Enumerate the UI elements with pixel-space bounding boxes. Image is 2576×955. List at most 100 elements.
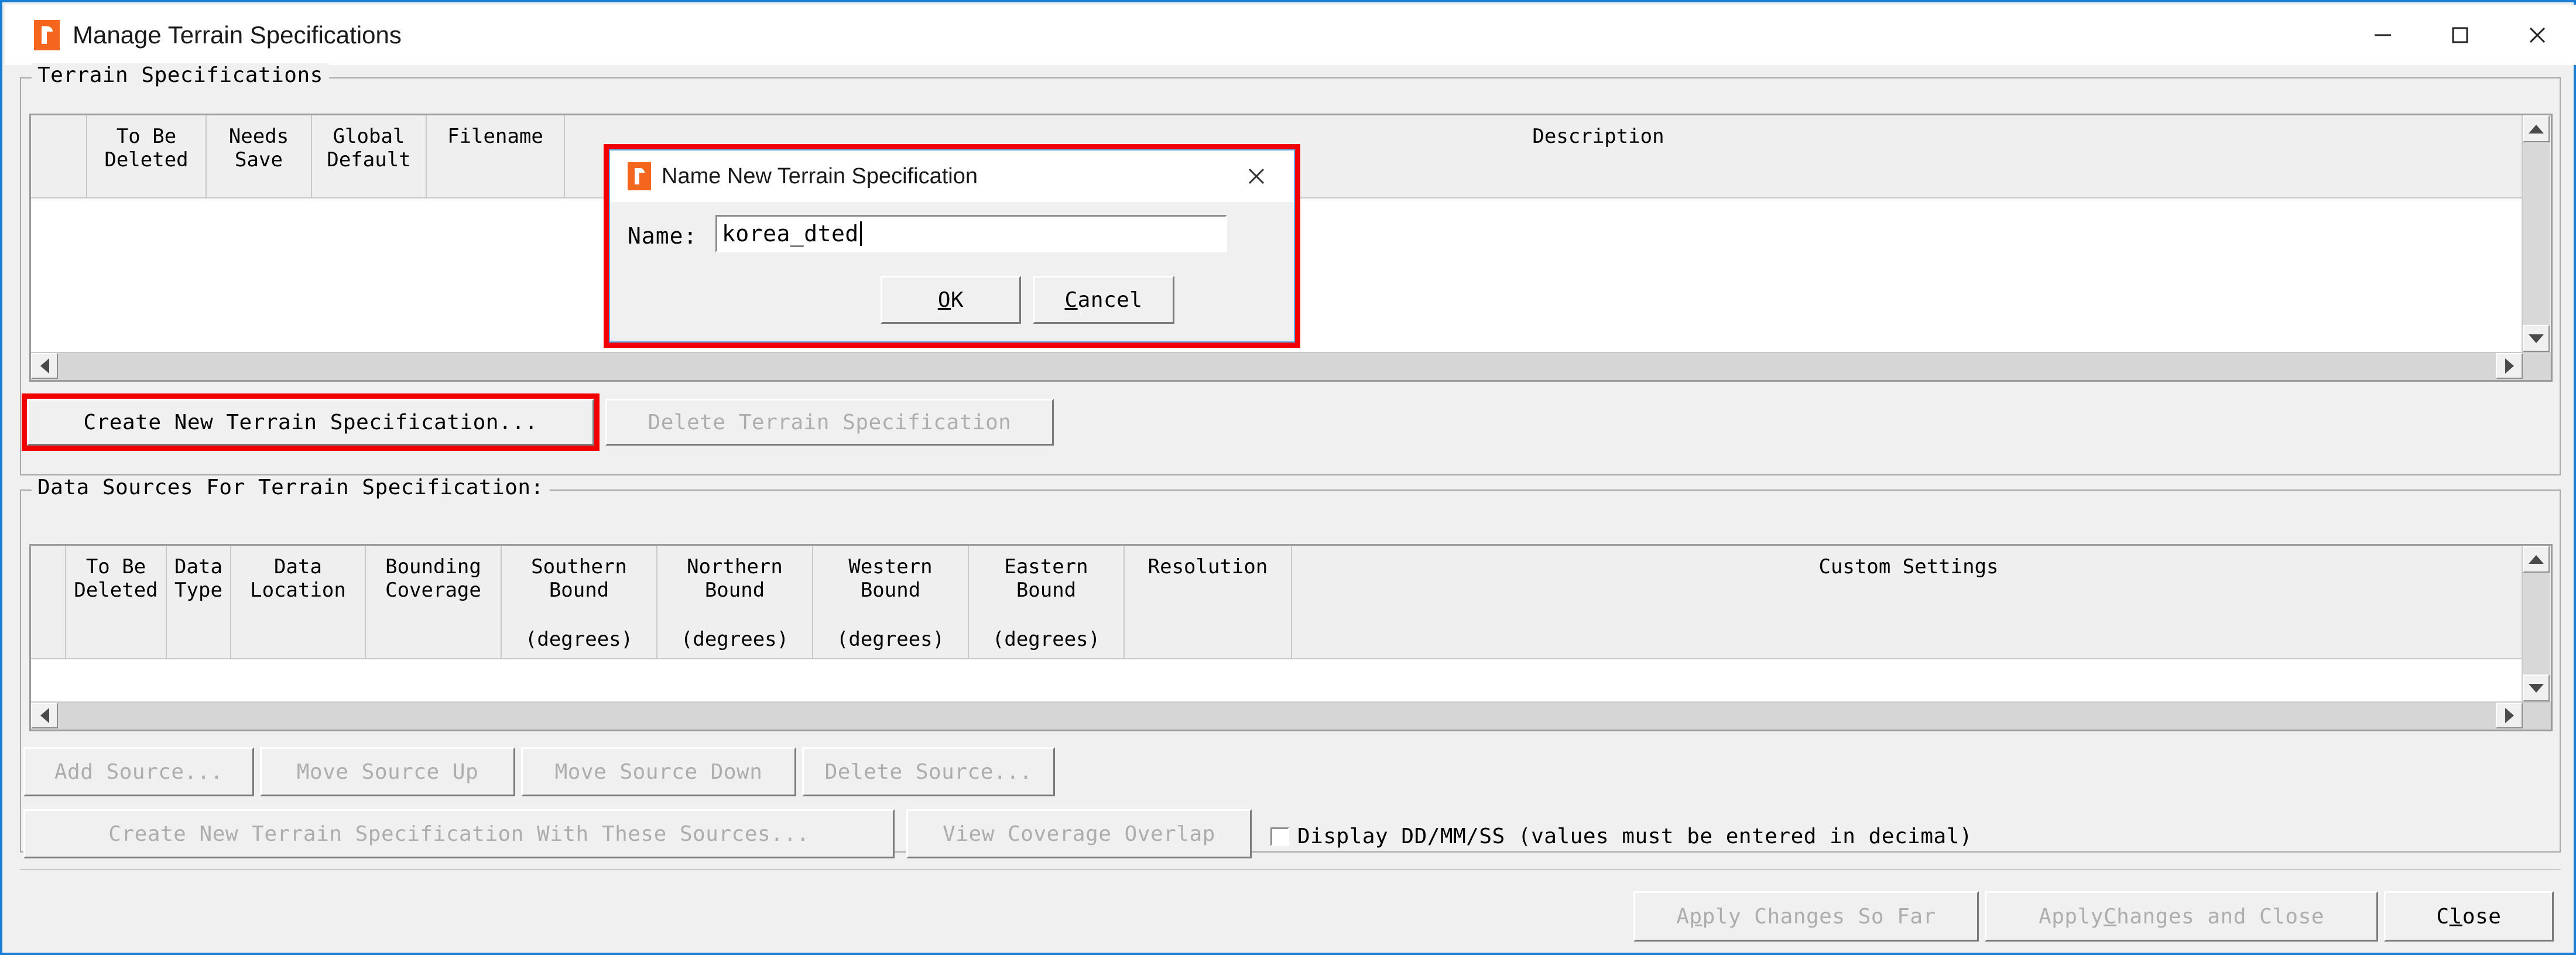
column-header-global-default[interactable]: Global Default xyxy=(312,115,427,197)
add-source-button[interactable]: Add Source... xyxy=(23,747,254,796)
text-caret xyxy=(859,221,862,246)
btn-label-pre: Apply xyxy=(2039,904,2104,929)
col-label-line2: Bound xyxy=(860,579,921,603)
col-label-line2: Location xyxy=(250,579,346,603)
btn-accel-key: O xyxy=(937,287,951,312)
scroll-left-button[interactable] xyxy=(31,703,58,728)
col-label-line1: To Be xyxy=(116,125,177,148)
app-r-icon xyxy=(628,162,651,190)
column-header-western-bound[interactable]: Western Bound (degrees) xyxy=(813,546,969,658)
col-label-line3: (degrees) xyxy=(525,627,633,651)
col-label-line3: (degrees) xyxy=(680,627,789,651)
terrain-group-title: Terrain Specifications xyxy=(32,63,329,87)
col-label-line2: Type xyxy=(174,579,222,603)
delete-terrain-specification-button[interactable]: Delete Terrain Specification xyxy=(605,399,1054,446)
delete-source-button[interactable]: Delete Source... xyxy=(802,747,1055,796)
dialog-close-button[interactable] xyxy=(1245,165,1268,188)
chevron-up-icon xyxy=(2529,124,2544,134)
dialog-title: Name New Terrain Specification xyxy=(662,163,978,189)
col-label-line1: Needs xyxy=(228,125,289,148)
title-bar: Manage Terrain Specifications xyxy=(5,5,2576,65)
column-header-to-be-deleted[interactable]: To Be Deleted xyxy=(66,546,167,658)
col-label-line2: Bound xyxy=(549,579,609,603)
window-controls xyxy=(2344,5,2576,65)
scroll-up-button[interactable] xyxy=(2523,115,2550,142)
data-sources-vscroll-thumb[interactable] xyxy=(2523,573,2550,675)
dialog-title-bar: Name New Terrain Specification xyxy=(610,150,1294,202)
chevron-up-icon xyxy=(2529,554,2544,564)
btn-accel-key: l xyxy=(2449,904,2462,929)
create-new-terrain-spec-with-sources-button[interactable]: Create New Terrain Specification With Th… xyxy=(23,809,895,858)
scroll-right-button[interactable] xyxy=(2496,703,2523,728)
apply-changes-so-far-button[interactable]: Ap ply Changes So Far xyxy=(1633,891,1979,942)
col-label-line2: Coverage xyxy=(385,579,481,603)
scroll-right-button[interactable] xyxy=(2496,353,2523,379)
column-header-data-location[interactable]: Data Location xyxy=(231,546,366,658)
chevron-right-icon xyxy=(2505,358,2514,374)
column-header-eastern-bound[interactable]: Eastern Bound (degrees) xyxy=(969,546,1125,658)
display-ddmmss-checkbox-row[interactable]: Display DD/MM/SS (values must be entered… xyxy=(1270,824,1972,848)
close-button[interactable] xyxy=(2499,5,2576,65)
btn-label-post: ancel xyxy=(1077,287,1143,312)
move-source-down-button[interactable]: Move Source Down xyxy=(521,747,796,796)
dialog-cancel-button[interactable]: Cancel xyxy=(1033,276,1174,324)
close-button-footer[interactable]: Cl ose xyxy=(2384,891,2554,942)
view-coverage-overlap-button[interactable]: View Coverage Overlap xyxy=(906,809,1252,858)
terrain-table-vscrollbar[interactable] xyxy=(2522,115,2551,352)
scroll-down-button[interactable] xyxy=(2523,325,2550,352)
btn-accel-key: C xyxy=(2103,904,2117,929)
name-label: Name: xyxy=(628,223,698,249)
btn-label-pre: C xyxy=(2436,904,2450,929)
app-r-icon xyxy=(34,19,60,50)
column-header-resolution[interactable]: Resolution xyxy=(1125,546,1292,658)
column-header-filename[interactable]: Filename xyxy=(427,115,565,197)
col-label-line1: To Be xyxy=(85,555,146,579)
column-to-be-deleted[interactable] xyxy=(31,115,87,197)
name-input[interactable]: korea_dted xyxy=(715,215,1227,252)
scroll-up-button[interactable] xyxy=(2523,546,2550,573)
column-rowheader[interactable] xyxy=(31,546,66,658)
col-label-line3: (degrees) xyxy=(836,627,945,651)
scroll-down-button[interactable] xyxy=(2523,675,2550,701)
name-new-terrain-specification-dialog: Name New Terrain Specification Name: kor… xyxy=(609,149,1295,343)
col-label-line1: Eastern xyxy=(1004,555,1088,579)
chevron-left-icon xyxy=(40,358,49,374)
col-label-line1: Western xyxy=(848,555,933,579)
dialog-body: Name: korea_dted OK Cancel xyxy=(610,202,1294,343)
column-header-data-type[interactable]: Data Type xyxy=(167,546,231,658)
btn-accel-key: p xyxy=(1689,904,1703,929)
col-label-line1: Description xyxy=(1532,125,1664,148)
move-source-up-button[interactable]: Move Source Up xyxy=(260,747,515,796)
display-ddmmss-checkbox[interactable] xyxy=(1270,827,1289,846)
scroll-left-button[interactable] xyxy=(31,353,58,379)
column-header-northern-bound[interactable]: Northern Bound (degrees) xyxy=(657,546,813,658)
chevron-down-icon xyxy=(2529,683,2544,693)
col-label-line1: Southern xyxy=(531,555,627,579)
terrain-table-hscrollbar[interactable] xyxy=(31,352,2551,380)
btn-label-post: ply Changes So Far xyxy=(1702,904,1936,929)
column-header-custom-settings[interactable]: Custom Settings xyxy=(1292,546,2525,658)
data-sources-table: To Be Deleted Data Type Data Location Bo… xyxy=(29,544,2553,731)
column-header-southern-bound[interactable]: Southern Bound (degrees) xyxy=(502,546,657,658)
name-new-terrain-spec-dialog-highlight: Name New Terrain Specification Name: kor… xyxy=(604,144,1300,348)
col-label-line2: Bound xyxy=(1016,579,1077,603)
col-label-line1: Data xyxy=(174,555,222,579)
column-header-to-be-deleted[interactable]: To Be Deleted xyxy=(87,115,207,197)
terrain-vscroll-thumb[interactable] xyxy=(2523,142,2550,325)
footer-separator xyxy=(20,869,2561,870)
column-header-bounding-coverage[interactable]: Bounding Coverage xyxy=(366,546,502,658)
data-sources-table-body[interactable] xyxy=(31,659,2522,701)
apply-changes-and-close-button[interactable]: Apply Changes and Close xyxy=(1985,891,2378,942)
data-sources-table-header: To Be Deleted Data Type Data Location Bo… xyxy=(31,546,2551,659)
chevron-down-icon xyxy=(2529,334,2544,343)
btn-accel-key: C xyxy=(1064,287,1078,312)
create-new-terrain-specification-button[interactable]: Create New Terrain Specification... xyxy=(27,399,594,446)
data-sources-hscrollbar[interactable] xyxy=(31,701,2551,730)
col-label-line1: Custom Settings xyxy=(1818,555,1999,579)
data-sources-vscrollbar[interactable] xyxy=(2522,546,2551,701)
dialog-ok-button[interactable]: OK xyxy=(881,276,1021,324)
minimize-button[interactable] xyxy=(2344,5,2421,65)
maximize-button[interactable] xyxy=(2421,5,2499,65)
column-header-needs-save[interactable]: Needs Save xyxy=(207,115,312,197)
btn-label-post: K xyxy=(951,287,964,312)
